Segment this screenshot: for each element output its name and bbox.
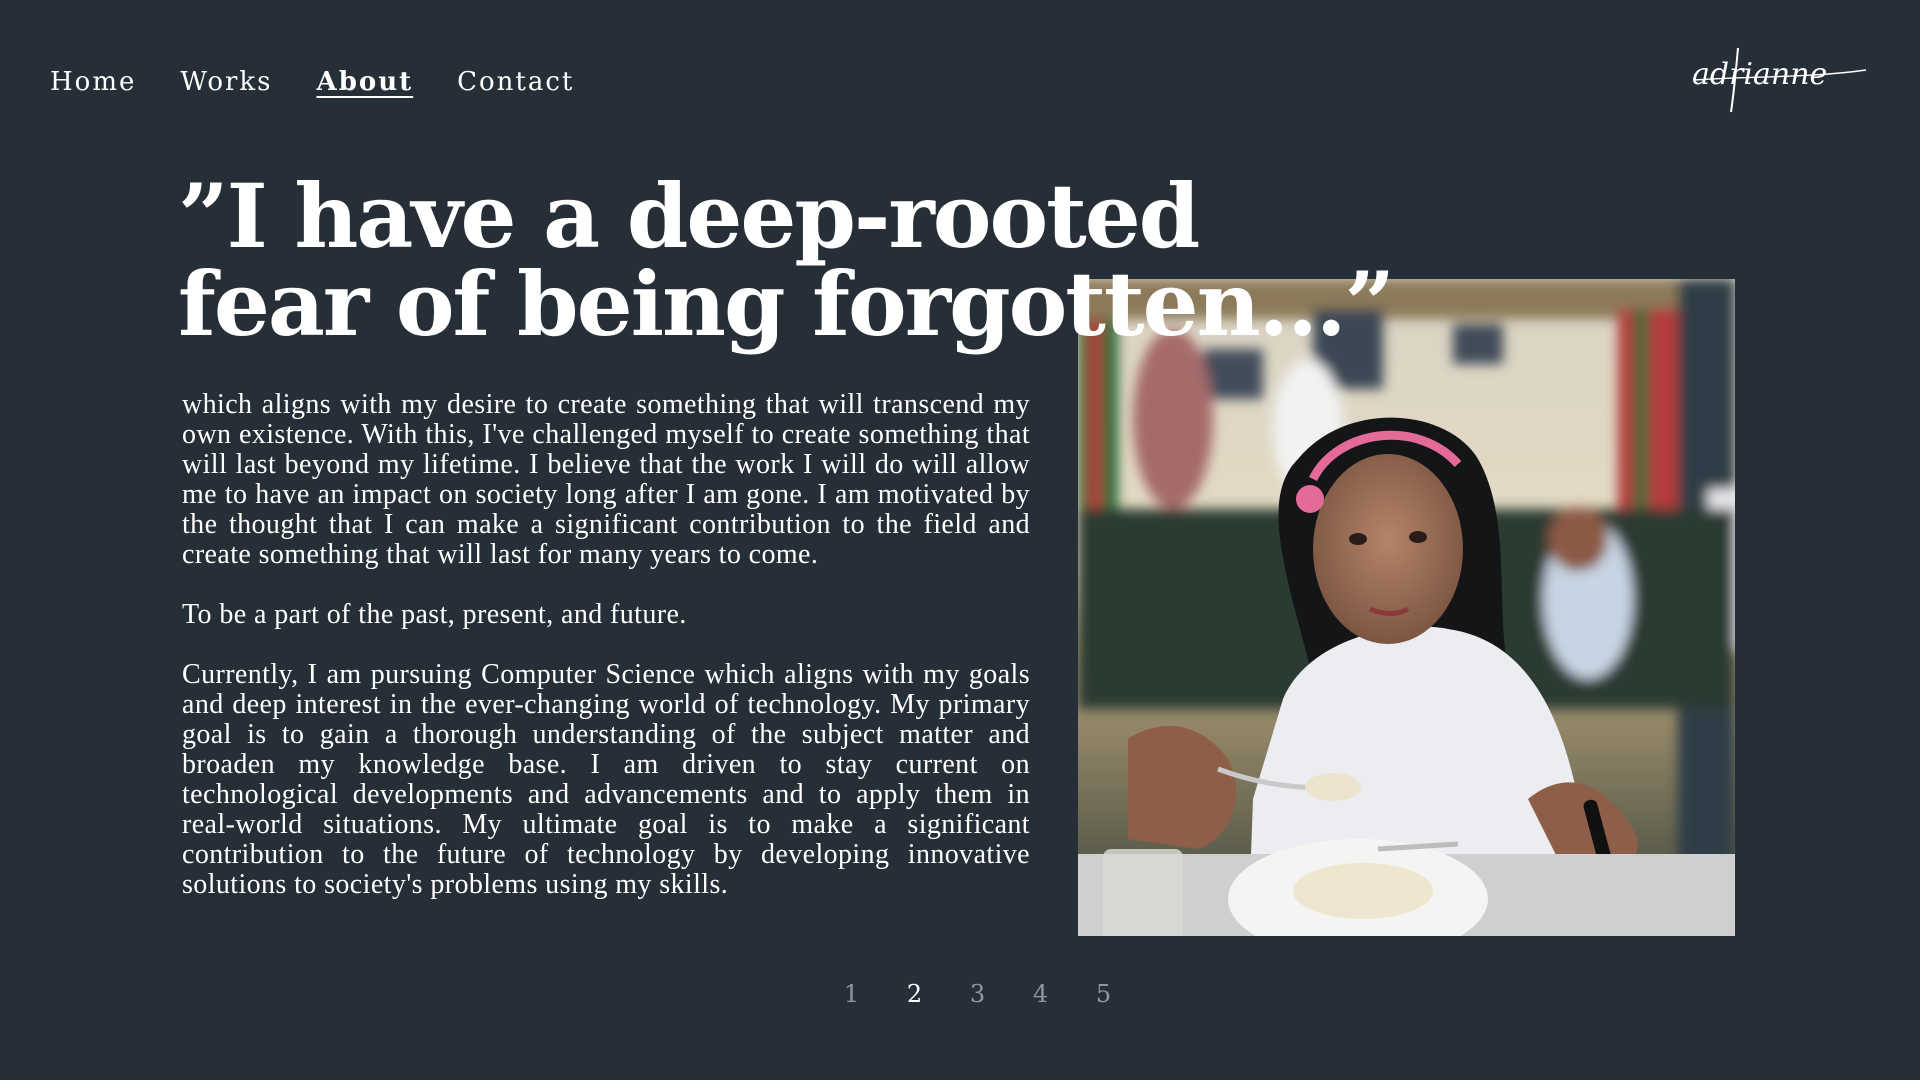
page-3-link[interactable]: 3: [946, 980, 1009, 1008]
pagination: 1 2 3 4 5: [820, 980, 1135, 1008]
nav-works-link[interactable]: Works: [180, 62, 272, 102]
page-5-link[interactable]: 5: [1072, 980, 1135, 1008]
about-body: which aligns with my desire to create so…: [182, 390, 1030, 930]
nav-contact-link[interactable]: Contact: [457, 62, 574, 102]
headline-line-2: fear of being forgotten...”: [178, 252, 1395, 356]
about-paragraph-2: To be a part of the past, present, and f…: [182, 599, 687, 630]
nav-about-link[interactable]: About: [317, 62, 414, 102]
about-paragraph-3: Currently, I am pursuing Computer Scienc…: [182, 659, 1030, 900]
page-1-link[interactable]: 1: [820, 980, 883, 1008]
page-headline: ”I have a deep-rooted fear of being forg…: [178, 164, 1395, 356]
about-paragraph-1: which aligns with my desire to create so…: [182, 389, 1030, 570]
signature-logo[interactable]: adrianne: [1690, 40, 1870, 116]
main-nav: Home Works About Contact: [50, 62, 618, 102]
headline-line-1: ”I have a deep-rooted: [178, 164, 1200, 268]
signature-logo-graphic: adrianne: [1692, 47, 1867, 113]
page-2-link[interactable]: 2: [883, 980, 946, 1008]
nav-home-link[interactable]: Home: [50, 62, 136, 102]
page-4-link[interactable]: 4: [1009, 980, 1072, 1008]
about-photo: [1078, 279, 1735, 936]
